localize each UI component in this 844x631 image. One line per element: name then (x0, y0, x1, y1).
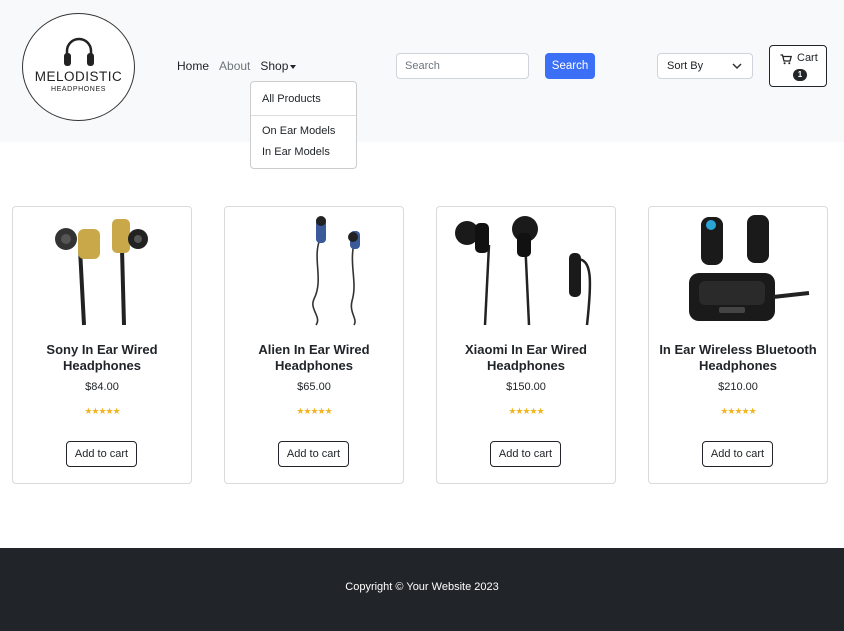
blue-earbuds-icon (312, 216, 360, 326)
add-to-cart-button[interactable]: Add to cart (66, 441, 137, 467)
cart-button[interactable]: Cart 1 (769, 45, 827, 87)
product-image[interactable] (437, 209, 615, 327)
search-button[interactable]: Search (545, 53, 595, 79)
product-price: $65.00 (297, 381, 331, 393)
menu-item-in-ear-models[interactable]: In Ear Models (262, 146, 330, 159)
product-card: In Ear Wireless Bluetooth Headphones $21… (648, 206, 828, 484)
menu-item-on-ear-models[interactable]: On Ear Models (262, 125, 335, 138)
black-earbuds-icon (455, 216, 592, 326)
star-rating-icon: ★★★★★ (720, 406, 756, 416)
brand-tagline: HEADPHONES (50, 86, 106, 93)
site-header: MELODISTIC HEADPHONES Home About Shop Se… (0, 0, 844, 142)
search-input[interactable] (396, 53, 529, 79)
star-rating-icon: ★★★★★ (296, 406, 332, 416)
cart-count-badge: 1 (793, 69, 807, 81)
add-to-cart-button[interactable]: Add to cart (490, 441, 561, 467)
main-nav: Home About Shop (177, 59, 297, 73)
nav-about-link[interactable]: About (219, 59, 250, 73)
product-price: $150.00 (506, 381, 546, 393)
add-to-cart-button[interactable]: Add to cart (278, 441, 349, 467)
cart-icon (780, 54, 792, 65)
add-to-cart-button[interactable]: Add to cart (702, 441, 773, 467)
product-image[interactable] (225, 209, 403, 327)
nav-home-link[interactable]: Home (177, 59, 209, 73)
product-image[interactable] (649, 209, 827, 327)
star-rating-icon: ★★★★★ (84, 406, 120, 416)
cart-label: Cart (797, 52, 818, 64)
menu-item-all-products[interactable]: All Products (262, 93, 321, 106)
brand-logo[interactable]: MELODISTIC HEADPHONES (22, 13, 135, 121)
chevron-down-icon (732, 63, 742, 70)
product-image[interactable] (13, 209, 191, 327)
product-card: Sony In Ear Wired Headphones $84.00 ★★★★… (12, 206, 192, 484)
wireless-earbuds-case-icon (689, 215, 810, 321)
sort-label: Sort By (667, 60, 704, 72)
product-title[interactable]: Sony In Ear Wired Headphones (13, 342, 191, 374)
star-rating-icon: ★★★★★ (508, 406, 544, 416)
sort-select[interactable]: Sort By (657, 53, 753, 79)
product-title[interactable]: Xiaomi In Ear Wired Headphones (437, 342, 615, 374)
site-footer: Copyright © Your Website 2023 (0, 548, 844, 631)
caret-down-icon (290, 64, 297, 69)
shop-dropdown-menu: All Products On Ear Models In Ear Models (250, 81, 357, 169)
product-title[interactable]: Alien In Ear Wired Headphones (225, 342, 403, 374)
brand-name: MELODISTIC (34, 69, 123, 84)
product-price: $84.00 (85, 381, 119, 393)
nav-shop-dropdown[interactable]: Shop (260, 59, 297, 73)
dropdown-divider (251, 115, 356, 116)
nav-shop-label: Shop (260, 59, 289, 73)
gold-earbuds-icon (55, 219, 148, 326)
product-price: $210.00 (718, 381, 758, 393)
product-card: Xiaomi In Ear Wired Headphones $150.00 ★… (436, 206, 616, 484)
headphones-icon (63, 37, 94, 66)
product-title[interactable]: In Ear Wireless Bluetooth Headphones (649, 342, 827, 374)
product-card: Alien In Ear Wired Headphones $65.00 ★★★… (224, 206, 404, 484)
copyright-text: Copyright © Your Website 2023 (345, 581, 499, 593)
